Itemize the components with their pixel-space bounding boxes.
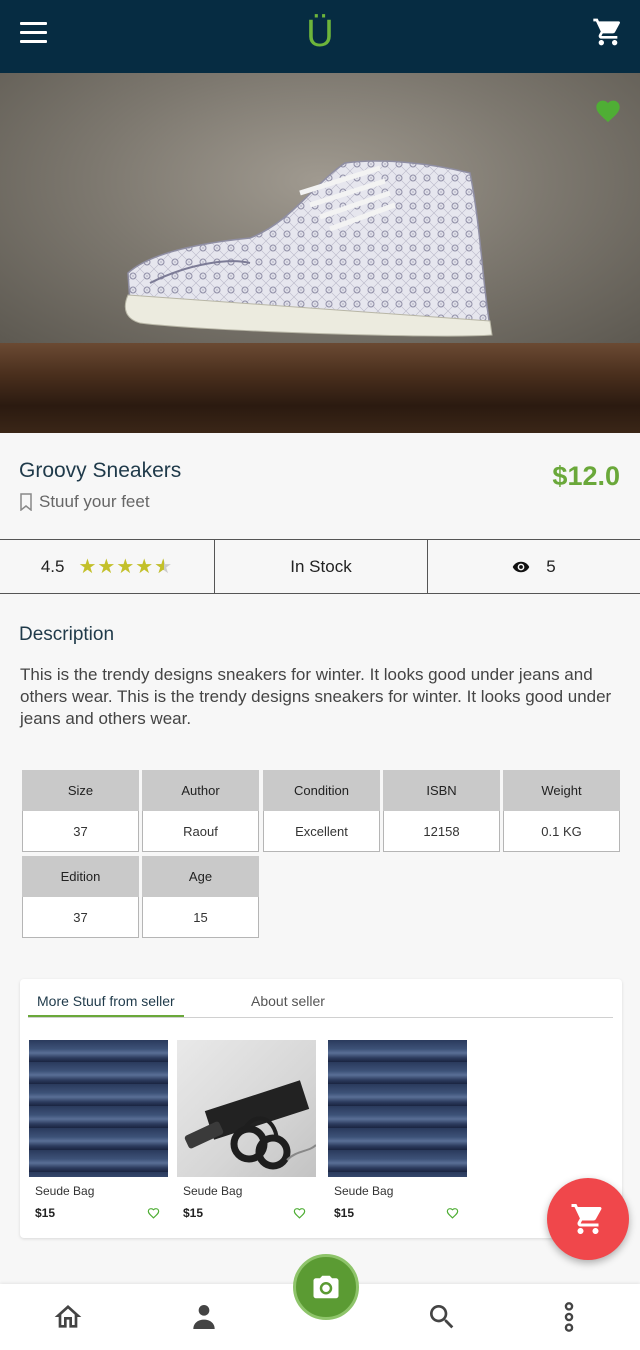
- more-icon[interactable]: [553, 1301, 585, 1333]
- views-count: 5: [546, 556, 556, 576]
- product-title: Groovy Sneakers: [19, 459, 182, 482]
- heart-outline-icon[interactable]: [147, 1207, 160, 1219]
- spec-condition: Condition Excellent: [263, 770, 380, 852]
- spec-weight: Weight 0.1 KG: [503, 770, 620, 852]
- camera-button[interactable]: [293, 1254, 359, 1320]
- sneaker-illustration: [124, 160, 493, 337]
- heart-outline-icon[interactable]: [293, 1207, 306, 1219]
- item-price: $15: [183, 1206, 204, 1220]
- profile-icon[interactable]: [188, 1301, 220, 1333]
- description-text: This is the trendy designs sneakers for …: [20, 665, 612, 728]
- spec-value: 37: [22, 811, 139, 852]
- item-price: $15: [334, 1206, 355, 1220]
- seller-item-card[interactable]: Seude Bag $15: [177, 1040, 316, 1220]
- product-stats: 4.5 ★★★★★★ In Stock 5: [0, 539, 640, 594]
- favorite-heart-icon[interactable]: [594, 97, 622, 123]
- product-category: Stuuf your feet: [39, 492, 150, 511]
- views-cell: 5: [428, 540, 640, 593]
- spec-age: Age 15: [142, 856, 259, 938]
- spec-label: Size: [22, 770, 139, 811]
- spec-size: Size 37: [22, 770, 139, 852]
- product-image: [0, 73, 640, 433]
- spec-label: Edition: [22, 856, 139, 897]
- spec-value: Raouf: [142, 811, 259, 852]
- spec-label: ISBN: [383, 770, 500, 811]
- tab-more-from-seller[interactable]: More Stuuf from seller: [28, 993, 184, 1017]
- seller-panel: More Stuuf from seller About seller Seud…: [20, 979, 622, 1238]
- cart-icon[interactable]: [592, 16, 624, 48]
- spec-label: Author: [142, 770, 259, 811]
- spec-author: Author Raouf: [142, 770, 259, 852]
- spec-edition: Edition 37: [22, 856, 139, 938]
- item-name: Seude Bag: [334, 1184, 394, 1198]
- item-name: Seude Bag: [183, 1184, 243, 1198]
- stock-status: In Stock: [215, 540, 428, 593]
- top-app-bar: Ü: [0, 0, 640, 73]
- spec-value: 15: [142, 897, 259, 938]
- rating-value: 4.5: [40, 556, 65, 576]
- item-price: $15: [35, 1206, 56, 1220]
- spec-value: Excellent: [263, 811, 380, 852]
- spec-value: 0.1 KG: [503, 811, 620, 852]
- heart-outline-icon[interactable]: [446, 1207, 459, 1219]
- rating-cell: 4.5 ★★★★★★: [0, 540, 215, 593]
- tab-about-seller[interactable]: About seller: [251, 993, 325, 1017]
- spec-value: 37: [22, 897, 139, 938]
- cart-icon: [571, 1204, 602, 1234]
- seller-item-card[interactable]: Seude Bag $15: [29, 1040, 168, 1220]
- product-price: $12.0: [552, 461, 620, 491]
- spec-label: Age: [142, 856, 259, 897]
- star-rating-icon: ★★★★★★: [78, 556, 174, 578]
- eye-icon: [513, 561, 530, 572]
- headphones-illustration: [184, 1080, 316, 1170]
- spec-label: Weight: [503, 770, 620, 811]
- spec-value: 12158: [383, 811, 500, 852]
- seller-item-card[interactable]: Seude Bag $15: [328, 1040, 467, 1220]
- product-info: Groovy Sneakers Stuuf your feet $12.0: [0, 433, 640, 539]
- description-heading: Description: [19, 624, 115, 645]
- spec-isbn: ISBN 12158: [383, 770, 500, 852]
- seller-tabs: More Stuuf from seller About seller: [28, 993, 613, 1018]
- search-icon[interactable]: [426, 1301, 458, 1333]
- item-image: [177, 1040, 316, 1177]
- app-logo: Ü: [306, 13, 334, 55]
- item-name: Seude Bag: [35, 1184, 95, 1198]
- add-to-cart-button[interactable]: [547, 1178, 629, 1260]
- spec-label: Condition: [263, 770, 380, 811]
- home-icon[interactable]: [52, 1301, 84, 1333]
- item-image: [328, 1040, 467, 1177]
- item-image: [29, 1040, 168, 1177]
- bookmark-icon: [20, 493, 32, 511]
- camera-icon: [313, 1275, 339, 1299]
